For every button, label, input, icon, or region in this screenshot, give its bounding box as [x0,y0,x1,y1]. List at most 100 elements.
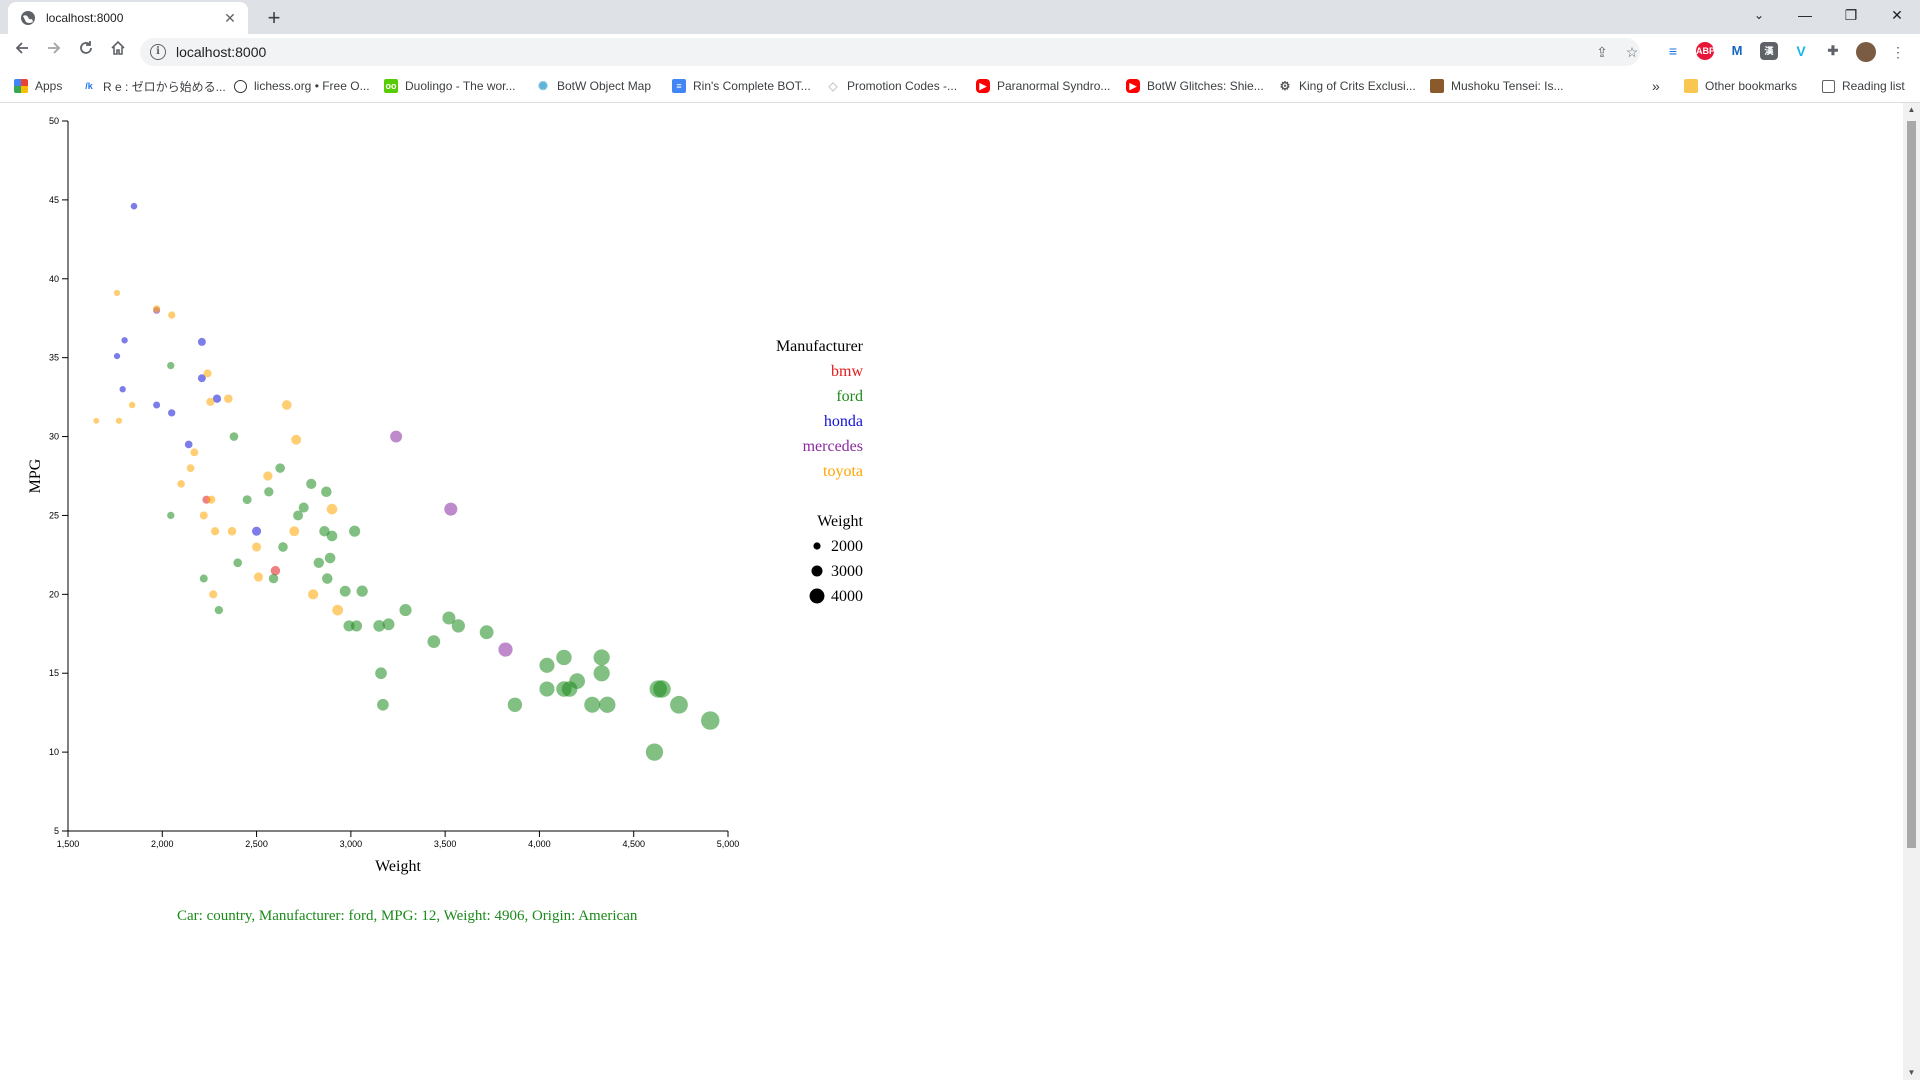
arrow-left-icon [15,42,28,54]
data-point-ford [339,585,351,597]
crits-icon: ⚙ [1278,79,1292,93]
data-point-toyota [128,401,136,409]
data-point-toyota [186,464,195,472]
tab-search-chevron-icon[interactable]: ⌄ [1736,0,1782,30]
data-point-honda [197,337,206,346]
bookmark-item[interactable]: ▶ BotW Glitches: Shie... [1126,77,1264,95]
home-button[interactable] [106,40,130,64]
address-bar[interactable]: i localhost:8000 [140,38,1640,66]
data-point-ford [322,573,333,584]
data-point-honda [121,337,128,344]
docs-icon: ≡ [672,79,686,93]
data-point-ford [298,502,309,513]
data-point-honda [119,386,126,393]
data-point-ford [670,695,688,714]
data-point-honda [113,352,121,360]
close-tab-icon[interactable]: ✕ [220,10,240,27]
browser-toolbar: i localhost:8000 ⇪ ☆ ≡ ABP M 漢 V ✚ ⋮ [0,34,1920,70]
legend-item-honda: honda [824,413,863,430]
restore-button[interactable]: ❐ [1828,0,1874,30]
other-bookmarks-folder[interactable]: Other bookmarks [1684,77,1797,95]
data-point-honda [252,526,262,536]
data-point-ford [507,697,523,712]
data-point-ford [321,486,332,498]
bookmark-item[interactable]: ✺ BotW Object Map [536,77,651,95]
bookmark-item[interactable]: ≡ Rin's Complete BOT... [672,77,811,95]
reading-list-button[interactable]: Reading list [1822,77,1905,95]
data-point-ford [233,558,243,568]
browser-tab[interactable]: localhost:8000 ✕ [8,2,248,34]
data-point-mercedes [390,430,403,443]
bookmarks-bar: Apps /k R e : ゼロから始める... lichess.org • F… [0,70,1920,103]
bookmark-item[interactable]: oo Duolingo - The wor... [384,77,516,95]
bookmark-item[interactable]: ▶ Paranormal Syndro... [976,77,1110,95]
vimeo-extension-icon[interactable]: V [1792,42,1810,60]
back-button[interactable] [10,40,34,64]
legend-size-circle [809,588,825,604]
data-point-toyota [326,503,338,515]
data-point-ford [324,552,336,564]
new-tab-button[interactable]: + [260,4,288,32]
profile-avatar[interactable] [1856,42,1876,62]
y-tick-label: 10 [49,747,59,757]
hover-tooltip: Car: country, Manufacturer: ford, MPG: 1… [177,908,638,924]
bookmark-item[interactable]: ⚙ King of Crits Exclusi... [1278,77,1416,95]
legend-item-ford: ford [836,388,863,405]
data-point-ford [479,625,494,640]
forward-button[interactable] [42,40,66,64]
bookmark-item[interactable]: Mushoku Tensei: Is... [1430,77,1564,95]
bookmark-item[interactable]: ◇ Promotion Codes -... [826,77,957,95]
data-point-toyota [190,448,199,457]
bookmark-item[interactable]: /k R e : ゼロから始める... [82,77,226,95]
info-icon[interactable]: i [150,44,166,60]
legend-size-circle [813,542,821,550]
data-point-ford [268,573,279,584]
share-icon[interactable]: ⇪ [1590,40,1614,64]
folder-icon [1684,79,1698,93]
data-point-ford [427,635,441,649]
data-point-toyota [252,542,262,552]
data-point-ford [375,667,387,680]
data-point-ford [167,361,175,370]
data-point-ford [306,478,317,489]
bookmark-apps[interactable]: Apps [14,77,62,95]
menu-kebab-icon[interactable]: ⋮ [1886,40,1910,64]
legend-size-label: 2000 [831,538,863,555]
data-point-ford [275,463,285,473]
data-point-ford [313,557,324,568]
bookmarks-overflow-button[interactable]: » [1652,77,1660,95]
scroll-up-arrow-icon[interactable]: ▲ [1903,103,1920,117]
apps-grid-icon [14,79,28,93]
data-point-toyota [113,289,121,297]
m-extension-icon[interactable]: M [1728,42,1746,60]
data-point-ford [377,698,389,711]
x-tick-label: 4,500 [622,839,645,849]
data-point-toyota [199,511,208,520]
scroll-down-arrow-icon[interactable]: ▼ [1903,1066,1920,1080]
data-point-ford [264,487,274,497]
adblock-extension-icon[interactable]: ABP [1696,42,1715,60]
data-point-mercedes [444,502,458,516]
scatter-chart: 1,500 2,000 2,500 3,000 3,500 4,000 4,500 5,000… [27,116,864,875]
filter-extension-icon[interactable]: ≡ [1664,42,1682,60]
reload-button[interactable] [74,40,98,64]
legend-size-label: 3000 [831,563,863,580]
scrollbar-thumb[interactable] [1907,121,1916,848]
minimize-button[interactable]: — [1782,0,1828,30]
legend-item-toyota: toyota [823,463,863,480]
data-point-toyota [291,434,302,445]
data-point-ford [599,696,616,713]
bookmark-item[interactable]: lichess.org • Free O... [234,77,370,95]
bookmark-star-icon[interactable]: ☆ [1620,40,1644,64]
vertical-scrollbar[interactable]: ▲ ▼ [1903,103,1920,1080]
data-point-ford [167,511,175,520]
data-point-ford [350,620,363,632]
data-point-toyota [206,397,215,406]
data-point-ford [229,432,239,441]
puzzle-extensions-icon[interactable]: ✚ [1824,42,1842,60]
kanji-extension-icon[interactable]: 漢 [1760,42,1778,60]
diamond-icon: ◇ [826,79,840,93]
close-window-button[interactable]: ✕ [1874,0,1920,30]
y-tick-label: 5 [54,826,59,836]
data-point-ford [214,605,224,615]
